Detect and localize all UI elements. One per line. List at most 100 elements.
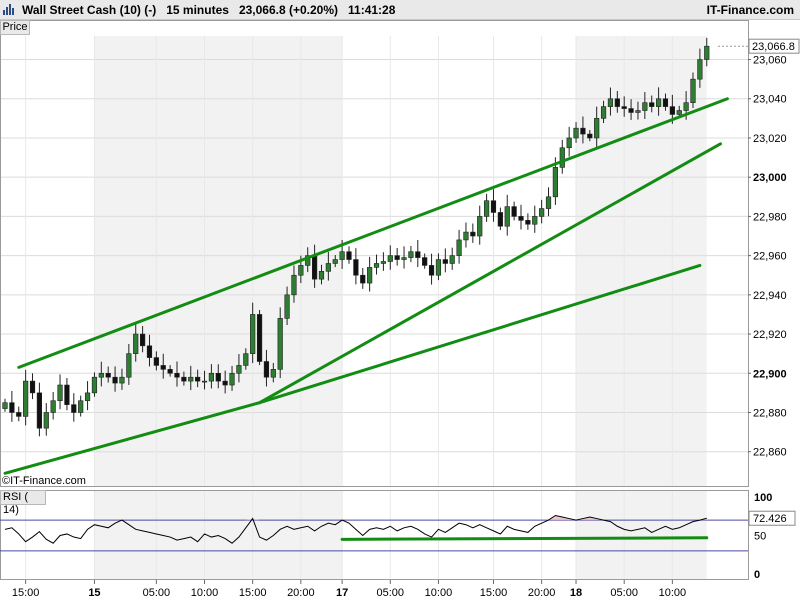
candle-body — [311, 255, 318, 280]
candle-body — [580, 127, 586, 135]
price-axis-tick-label: 22,960 — [753, 251, 787, 263]
candle-body — [23, 380, 29, 417]
candle-body — [635, 110, 641, 113]
rsi-last-value-label: 72.426 — [753, 513, 787, 525]
candle-body — [256, 314, 263, 362]
candle-body — [16, 412, 22, 417]
candle-body — [511, 206, 517, 217]
candle-body — [50, 400, 56, 413]
chart-canvas[interactable]: 22,860 22,880 22,900 22,920 22,940 22,960 22,9… — [0, 0, 800, 600]
candle-body — [504, 206, 510, 227]
candle-body — [195, 376, 201, 382]
candle-body — [71, 404, 77, 413]
candle-body — [298, 265, 304, 276]
rsi-support-trendline — [340, 536, 709, 541]
candle-body — [676, 110, 682, 115]
candle-body — [263, 361, 270, 378]
candle-body — [690, 78, 696, 103]
candle-body — [697, 59, 703, 80]
candle-body — [456, 239, 462, 256]
time-axis-tick-label: 20:00 — [528, 587, 556, 599]
candle-body — [360, 274, 366, 284]
candle-body — [167, 369, 173, 374]
candle-body — [422, 257, 428, 266]
candle-body — [91, 376, 98, 394]
rsi-session-shade — [576, 491, 707, 580]
candle-body — [415, 251, 421, 258]
candle-body — [408, 251, 414, 258]
candle-body — [277, 318, 283, 370]
candle-body — [160, 365, 166, 370]
price-axis-tick-label: 22,940 — [753, 290, 787, 302]
candle-body — [236, 365, 242, 374]
time-axis-tick-label: 17 — [336, 587, 348, 599]
candle-body — [250, 314, 256, 354]
candle-body — [607, 98, 614, 107]
time-axis-tick-label: 18 — [570, 587, 582, 599]
price-panel-tab[interactable]: Price — [0, 20, 30, 35]
candle-body — [353, 259, 359, 276]
candle-body — [552, 167, 558, 198]
time-axis-tick-label: 05:00 — [143, 587, 171, 599]
candle-body — [545, 196, 552, 209]
candle-body — [332, 259, 338, 264]
candle-body — [594, 118, 600, 139]
candle-body — [587, 133, 593, 139]
rsi-axis-tick-label: 50 — [754, 531, 766, 543]
candle-body — [43, 412, 49, 429]
candle-body — [98, 372, 104, 378]
candle-body — [78, 400, 84, 413]
candle-body — [174, 372, 180, 378]
candle-body — [559, 147, 565, 168]
candle-body — [181, 376, 187, 382]
price-axis-tick-label: 22,900 — [753, 368, 787, 380]
candle-body — [270, 369, 276, 378]
candle-body — [518, 216, 524, 221]
time-axis-tick-label: 10:00 — [659, 587, 687, 599]
candle-body — [188, 376, 194, 382]
time-axis-tick-label: 05:00 — [377, 587, 405, 599]
time-axis-tick-label: 20:00 — [287, 587, 315, 599]
time-axis-tick-label: 10:00 — [191, 587, 219, 599]
time-axis-tick-label: 15:00 — [239, 587, 267, 599]
candle-body — [222, 380, 228, 386]
candle-body — [539, 208, 545, 217]
candle-body — [29, 380, 36, 394]
candle-body — [133, 333, 139, 354]
candle-body — [463, 231, 469, 241]
candle-body — [428, 265, 435, 276]
candle-body — [153, 357, 159, 366]
candle-body — [339, 251, 345, 260]
candle-body — [621, 106, 627, 109]
candle-body — [442, 259, 448, 264]
candle-body — [470, 231, 476, 237]
candle-body — [291, 274, 297, 296]
candle-body — [112, 376, 118, 384]
rsi-panel-tab[interactable]: RSI ( 14) — [0, 490, 46, 516]
candle-body — [105, 372, 111, 378]
candle-body — [642, 102, 648, 111]
candle-body — [380, 261, 387, 264]
candle-body — [655, 98, 662, 107]
candle-body — [201, 380, 208, 383]
price-axis-tick-label: 23,000 — [753, 172, 787, 184]
candle-body — [373, 263, 380, 268]
candle-body — [483, 200, 490, 217]
session-shade — [94, 36, 343, 487]
candle-body — [532, 216, 538, 225]
candle-body — [449, 255, 455, 264]
candle-body — [387, 255, 393, 262]
candle-body — [401, 257, 407, 260]
candle-body — [614, 98, 620, 107]
candle-body — [64, 384, 70, 405]
candle-body — [704, 45, 710, 60]
candle-body — [662, 98, 669, 107]
time-axis-tick-label: 15:00 — [480, 587, 508, 599]
price-axis-tick-label: 23,040 — [753, 94, 787, 106]
candle-body — [346, 251, 352, 260]
candle-body — [119, 376, 125, 384]
candle-body — [318, 271, 325, 280]
time-axis-tick-label: 15 — [88, 587, 100, 599]
candle-body — [9, 402, 15, 413]
candle-body — [284, 294, 290, 319]
